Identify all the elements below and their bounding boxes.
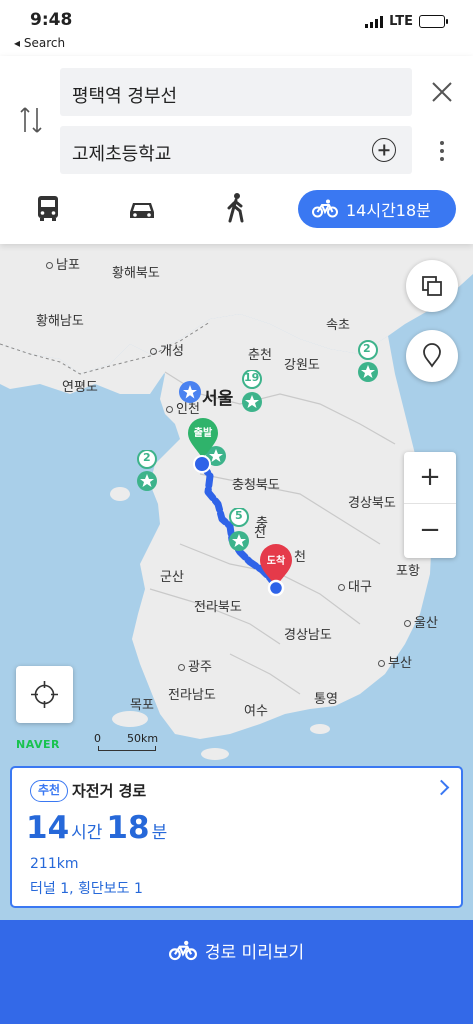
scale-end: 50km	[127, 732, 159, 745]
zoom-out-button[interactable]: −	[404, 505, 456, 557]
island-west-1	[110, 487, 130, 501]
island-south-2	[310, 724, 330, 734]
place-yeosu: 여수	[244, 704, 268, 719]
bicycle-icon	[312, 199, 338, 218]
place-nampo: 남포	[46, 254, 80, 273]
place-yeonpyeong: 연평도	[62, 380, 98, 395]
route-summary-card[interactable]: 추천 자전거 경로 14 시간 18 분 211km 터널 1, 횡단보도 1	[10, 766, 463, 908]
car-mode-icon[interactable]	[122, 190, 162, 226]
cluster-c-count: 2	[143, 451, 151, 464]
route-preview-button[interactable]: 경로 미리보기	[0, 920, 473, 1024]
place-daegu: 대구	[338, 576, 372, 595]
location-marker-button[interactable]	[406, 330, 458, 382]
cluster-d-count: 5	[235, 509, 243, 522]
add-waypoint-button[interactable]	[372, 138, 396, 162]
zoom-control: + −	[404, 452, 456, 558]
more-options-icon[interactable]	[436, 138, 448, 166]
walk-mode-icon[interactable]	[216, 190, 256, 226]
cluster-b-count: 19	[244, 371, 260, 384]
cluster-a-count: 2	[363, 342, 371, 355]
bicycle-mode-duration: 14시간18분	[346, 201, 431, 220]
end-point-icon	[267, 579, 285, 597]
status-bar: 9:48 ◂ Search LTE	[0, 0, 473, 56]
location-pin-icon	[423, 343, 441, 368]
place-tongyeong: 통영	[314, 692, 338, 707]
place-seoul: 서울	[202, 389, 234, 409]
route-distance: 211km	[30, 856, 79, 872]
battery-icon	[419, 15, 448, 28]
place-chungbuk: 충청북도	[232, 478, 280, 493]
island-jeju-area	[112, 711, 148, 727]
destination-input[interactable]: 고제초등학교	[60, 126, 412, 174]
scale-bar	[98, 746, 156, 751]
layers-icon	[422, 276, 442, 296]
place-hwanghae-north: 황해북도	[112, 266, 160, 281]
place-busan: 부산	[378, 652, 412, 671]
status-time: 9:48	[30, 10, 73, 30]
network-label: LTE	[389, 14, 413, 29]
naver-logo: NAVER	[16, 738, 60, 751]
place-sokcho: 속초	[326, 318, 350, 333]
status-indicators: LTE	[365, 14, 448, 29]
route-title: 자전거 경로	[72, 782, 147, 800]
start-point-icon	[193, 455, 211, 473]
route-extra-info: 터널 1, 횡단보도 1	[30, 881, 143, 897]
bicycle-mode-tab[interactable]: 14시간18분	[298, 190, 456, 228]
place-jeonnam: 전라남도	[168, 688, 216, 703]
duration-minutes-unit: 분	[151, 823, 168, 843]
place-pohang: 포항	[396, 564, 420, 579]
close-icon[interactable]	[428, 78, 456, 106]
signal-icon	[365, 15, 384, 28]
scale-start: 0	[94, 732, 101, 745]
airport-icon	[179, 381, 201, 403]
end-pin-label: 도착	[266, 556, 286, 567]
route-duration: 14 시간 18 분	[26, 810, 171, 846]
map-layers-button[interactable]	[406, 260, 458, 312]
place-jeonbuk: 전라북도	[194, 600, 242, 615]
place-gangwon: 강원도	[284, 358, 320, 373]
chevron-right-icon[interactable]	[433, 779, 450, 796]
place-mokpo: 목포	[130, 698, 154, 713]
bicycle-icon	[168, 940, 197, 960]
duration-hours: 14	[26, 810, 70, 846]
bus-mode-icon[interactable]	[28, 190, 68, 226]
duration-minutes: 18	[106, 810, 150, 846]
place-daejeon-partial: 전	[254, 526, 266, 541]
back-to-search-link[interactable]: ◂ Search	[14, 36, 65, 50]
recommended-badge: 추천	[30, 780, 69, 802]
origin-input[interactable]: 평택역 경부선	[60, 68, 412, 116]
place-gwangju: 광주	[178, 656, 212, 675]
place-gyeongbuk: 경상북도	[348, 496, 396, 511]
current-location-button[interactable]	[16, 666, 73, 723]
route-preview-label: 경로 미리보기	[204, 943, 305, 963]
crosshair-icon	[31, 681, 58, 708]
swap-icon[interactable]	[18, 102, 44, 138]
destination-value: 고제초등학교	[72, 144, 172, 165]
duration-hours-unit: 시간	[71, 823, 103, 843]
place-kaesong: 개성	[150, 340, 184, 359]
place-gyeongnam: 경상남도	[284, 628, 332, 643]
route-search-header: 평택역 경부선 고제초등학교 14시간18분	[0, 56, 473, 244]
place-hwanghae-south: 황해남도	[36, 314, 84, 329]
landmass-south	[132, 314, 432, 739]
place-ulsan: 울산	[404, 612, 438, 631]
island-south-1	[201, 748, 229, 760]
place-gimcheon-partial: 천	[294, 550, 306, 565]
place-chuncheon: 춘천	[248, 348, 272, 363]
start-pin-label: 출발	[193, 428, 213, 439]
zoom-in-button[interactable]: +	[404, 452, 456, 504]
origin-value: 평택역 경부선	[72, 86, 178, 107]
place-gunsan: 군산	[160, 570, 184, 585]
